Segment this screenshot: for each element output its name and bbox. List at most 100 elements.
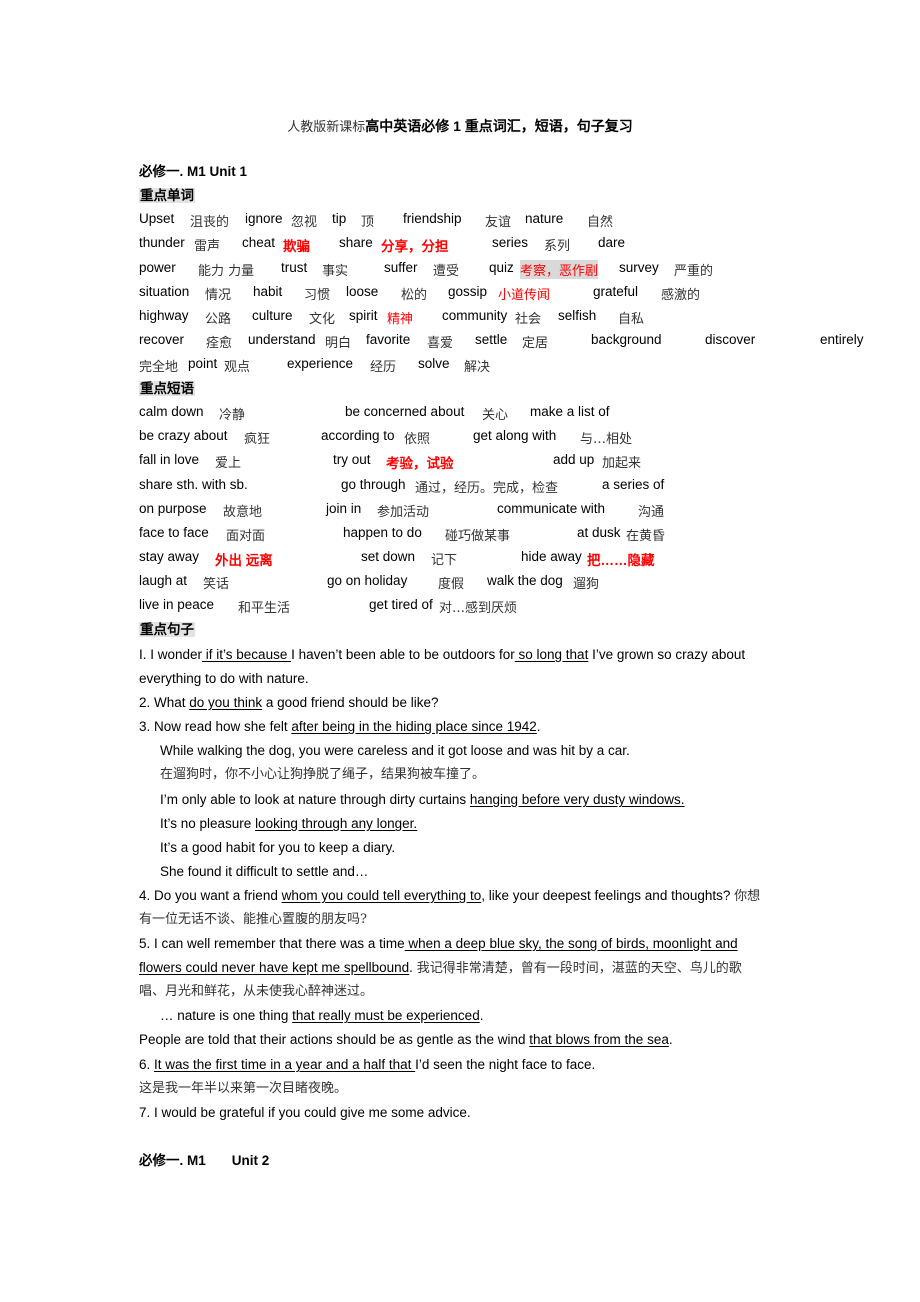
phrase: communicate with: [497, 501, 606, 516]
vocab-word: suffer: [384, 260, 418, 275]
vocab-word: cheat: [242, 235, 276, 250]
sentence-3-example: While walking the dog, you were careless…: [160, 743, 630, 758]
phrase-meaning: 故意地: [223, 505, 263, 520]
sentence-text: .: [536, 719, 541, 734]
phrase: fall in love: [139, 452, 200, 467]
vocab-meaning: 完全地: [139, 360, 179, 375]
phrase-meaning: 关心: [482, 408, 509, 423]
unit2-heading-part: Unit 2: [231, 1153, 270, 1168]
sentence-4-translation: 有一位无话不谈、能推心置腹的朋友吗?: [139, 912, 367, 927]
vocab-meaning: 顶: [361, 215, 375, 230]
sentence-text: I’m only able to look at nature through …: [160, 792, 470, 807]
vocab-word: recover: [139, 332, 185, 347]
sentence-text: a good friend should be like?: [262, 695, 439, 710]
sentence-text: .: [409, 960, 417, 975]
sentence-1: I. I wonder if it’s because I haven’t be…: [139, 646, 745, 664]
vocab-meaning: 欺骗: [283, 239, 310, 254]
sentence-5-example: People are told that their actions shoul…: [139, 1031, 673, 1049]
vocab-meaning: 忽视: [291, 215, 318, 230]
phrase: be crazy about: [139, 428, 228, 443]
sentence-2: 2. What do you think a good friend shoul…: [139, 694, 438, 712]
sentence-text: 4. Do you want a friend: [139, 888, 282, 903]
sentence-4: 4. Do you want a friend whom you could t…: [139, 887, 760, 906]
vocab-meaning: 感激的: [661, 288, 701, 303]
sentence-underline: It was the first time in a year and a ha…: [154, 1057, 416, 1072]
phrase: on purpose: [139, 501, 207, 516]
sentence-text: .: [668, 1032, 673, 1047]
vocab-word: nature: [525, 211, 564, 226]
phrase-meaning: 加起来: [602, 456, 642, 471]
vocab-word: discover: [705, 332, 756, 347]
vocab-word: settle: [475, 332, 508, 347]
sentence-6: 6. It was the first time in a year and a…: [139, 1056, 595, 1074]
phrase: get tired of: [369, 597, 433, 612]
phrase-heading: 重点短语: [139, 381, 195, 396]
sentence-underline: that really must be experienced: [292, 1008, 480, 1023]
sentence-5-translation: 唱、月光和鲜花，从未使我心醉神迷过。: [139, 984, 374, 999]
sentence-underline: flowers could never have kept me spellbo…: [139, 960, 410, 975]
vocab-word: gossip: [448, 284, 488, 299]
phrase: a series of: [602, 477, 665, 492]
vocab-word: situation: [139, 284, 190, 299]
phrase-meaning: 和平生活: [238, 601, 291, 616]
phrase: be concerned about: [345, 404, 465, 419]
vocab-meaning: 解决: [464, 360, 491, 375]
vocab-meaning: 能力 力量: [198, 264, 255, 279]
sentence-text: 5. I can well remember that there was a …: [139, 936, 405, 951]
vocab-word: entirely: [820, 332, 864, 347]
vocab-word: quiz: [489, 260, 514, 275]
vocab-meaning: 事实: [322, 264, 349, 279]
phrase: hide away: [521, 549, 582, 564]
phrase-meaning: 与…相处: [580, 432, 633, 447]
sentence-1-cont: everything to do with nature.: [139, 671, 309, 686]
sentence-7: 7. I would be grateful if you could give…: [139, 1105, 471, 1120]
vocab-word: highway: [139, 308, 189, 323]
vocab-word: point: [188, 356, 218, 371]
sentence-text: I’ve grown so crazy about: [588, 647, 746, 662]
vocab-word: background: [591, 332, 662, 347]
vocab-meaning: 文化: [309, 312, 336, 327]
vocab-word: grateful: [593, 284, 639, 299]
sentence-5-cont: flowers could never have kept me spellbo…: [139, 959, 742, 978]
sentence-text: 2. What: [139, 695, 190, 710]
vocab-meaning: 友谊: [485, 215, 512, 230]
sentence-translation: 你想: [734, 889, 761, 904]
phrase: walk the dog: [487, 573, 563, 588]
sentence-3-example: It’s no pleasure looking through any lon…: [160, 815, 417, 833]
vocab-word: share: [339, 235, 373, 250]
vocab-meaning: 系列: [544, 239, 571, 254]
vocab-meaning: 沮丧的: [190, 215, 230, 230]
phrase-meaning: 面对面: [226, 529, 266, 544]
vocab-meaning: 观点: [224, 360, 251, 375]
vocab-meaning: 痊愈: [206, 336, 233, 351]
vocab-word: Upset: [139, 211, 175, 226]
phrase-meaning: 度假: [438, 577, 465, 592]
phrase-meaning: 考验，试验: [386, 456, 454, 471]
sentence-text: .: [479, 1008, 484, 1023]
vocab-meaning: 自私: [618, 312, 645, 327]
sentence-text: I. I wonder: [139, 647, 203, 662]
phrase: calm down: [139, 404, 204, 419]
sentence-5: 5. I can well remember that there was a …: [139, 935, 738, 953]
sentence-underline: if it’s because: [202, 647, 292, 662]
vocab-word: solve: [418, 356, 450, 371]
vocab-word: spirit: [349, 308, 378, 323]
phrase: laugh at: [139, 573, 188, 588]
sentence-3-example: It’s a good habit for you to keep a diar…: [160, 840, 396, 855]
vocab-word: tip: [332, 211, 347, 226]
vocab-meaning: 习惯: [304, 288, 331, 303]
vocab-meaning: 小道传闻: [498, 288, 551, 303]
vocab-word: friendship: [403, 211, 462, 226]
phrase: face to face: [139, 525, 209, 540]
sentence-underline: do you think: [189, 695, 263, 710]
phrase-meaning: 遛狗: [573, 577, 600, 592]
phrase: share sth. with sb.: [139, 477, 248, 492]
sentence-3-example: She found it difficult to settle and…: [160, 864, 369, 879]
vocab-word: thunder: [139, 235, 185, 250]
title-prefix: 人教版新课标: [287, 120, 366, 135]
sentence-underline: after being in the hiding place since 19…: [291, 719, 537, 734]
phrase-meaning: 爱上: [215, 456, 242, 471]
sentence-5-example: … nature is one thing that really must b…: [160, 1007, 483, 1025]
phrase-meaning: 沟通: [638, 505, 665, 520]
phrase-meaning: 在黄昏: [626, 529, 666, 544]
